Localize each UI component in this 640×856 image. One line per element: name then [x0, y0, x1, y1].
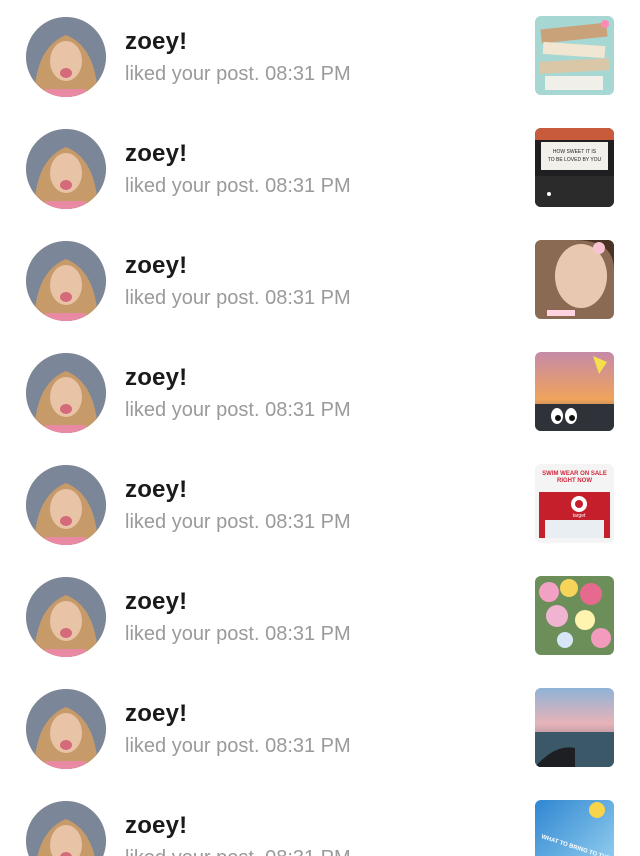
notification-text: liked your post. 08:31 PM [125, 735, 351, 758]
username[interactable]: zoey! [125, 588, 187, 616]
timestamp: 08:31 PM [265, 735, 351, 757]
avatar[interactable] [26, 465, 106, 545]
action-text: liked your post. [125, 511, 260, 533]
action-text: liked your post. [125, 847, 260, 856]
store-line-1: SWIM WEAR ON SALE [542, 471, 607, 477]
post-thumbnail[interactable]: HOW SWEET IT IS TO BE LOVED BY YOU [535, 128, 614, 207]
store-line-2: RIGHT NOW [557, 478, 592, 484]
notification-text: liked your post. 08:31 PM [125, 511, 351, 534]
notification-text: liked your post. 08:31 PM [125, 847, 351, 856]
store-sign: target [573, 513, 586, 519]
notification-text: liked your post. 08:31 PM [125, 63, 351, 86]
post-thumbnail[interactable] [535, 16, 614, 95]
username[interactable]: zoey! [125, 364, 187, 392]
post-thumbnail[interactable] [535, 240, 614, 319]
notification-row[interactable]: zoey! liked your post. 08:31 PM [0, 0, 640, 112]
username[interactable]: zoey! [125, 812, 187, 840]
notification-text: liked your post. 08:31 PM [125, 623, 351, 646]
post-thumbnail[interactable]: SWIM WEAR ON SALE RIGHT NOW target [535, 464, 614, 543]
action-text: liked your post. [125, 287, 260, 309]
timestamp: 08:31 PM [265, 175, 351, 197]
marquee-line-1: HOW SWEET IT IS [553, 149, 597, 155]
avatar[interactable] [26, 801, 106, 856]
action-text: liked your post. [125, 63, 260, 85]
avatar[interactable] [26, 689, 106, 769]
notification-row[interactable]: zoey! liked your post. 08:31 PM WHAT TO … [0, 784, 640, 856]
notification-list: zoey! liked your post. 08:31 PM zoey! li… [0, 0, 640, 856]
marquee-line-2: TO BE LOVED BY YOU [548, 157, 602, 163]
notification-row[interactable]: zoey! liked your post. 08:31 PM [0, 560, 640, 672]
avatar[interactable] [26, 353, 106, 433]
post-thumbnail[interactable] [535, 688, 614, 767]
notification-row[interactable]: zoey! liked your post. 08:31 PM [0, 336, 640, 448]
post-thumbnail[interactable] [535, 576, 614, 655]
notification-text: liked your post. 08:31 PM [125, 175, 351, 198]
username[interactable]: zoey! [125, 700, 187, 728]
timestamp: 08:31 PM [265, 399, 351, 421]
action-text: liked your post. [125, 399, 260, 421]
action-text: liked your post. [125, 623, 260, 645]
avatar[interactable] [26, 577, 106, 657]
username[interactable]: zoey! [125, 28, 187, 56]
timestamp: 08:31 PM [265, 287, 351, 309]
username[interactable]: zoey! [125, 140, 187, 168]
post-thumbnail[interactable] [535, 352, 614, 431]
timestamp: 08:31 PM [265, 623, 351, 645]
notification-row[interactable]: zoey! liked your post. 08:31 PM [0, 672, 640, 784]
timestamp: 08:31 PM [265, 63, 351, 85]
avatar[interactable] [26, 129, 106, 209]
timestamp: 08:31 PM [265, 511, 351, 533]
avatar[interactable] [26, 241, 106, 321]
avatar[interactable] [26, 17, 106, 97]
notification-text: liked your post. 08:31 PM [125, 287, 351, 310]
action-text: liked your post. [125, 175, 260, 197]
notification-row[interactable]: zoey! liked your post. 08:31 PM [0, 224, 640, 336]
post-thumbnail[interactable]: WHAT TO BRING TO THE BEACH [535, 800, 614, 856]
notification-row[interactable]: zoey! liked your post. 08:31 PM HOW SWEE… [0, 112, 640, 224]
timestamp: 08:31 PM [265, 847, 351, 856]
notification-row[interactable]: zoey! liked your post. 08:31 PM SWIM WEA… [0, 448, 640, 560]
notification-text: liked your post. 08:31 PM [125, 399, 351, 422]
action-text: liked your post. [125, 735, 260, 757]
username[interactable]: zoey! [125, 252, 187, 280]
username[interactable]: zoey! [125, 476, 187, 504]
